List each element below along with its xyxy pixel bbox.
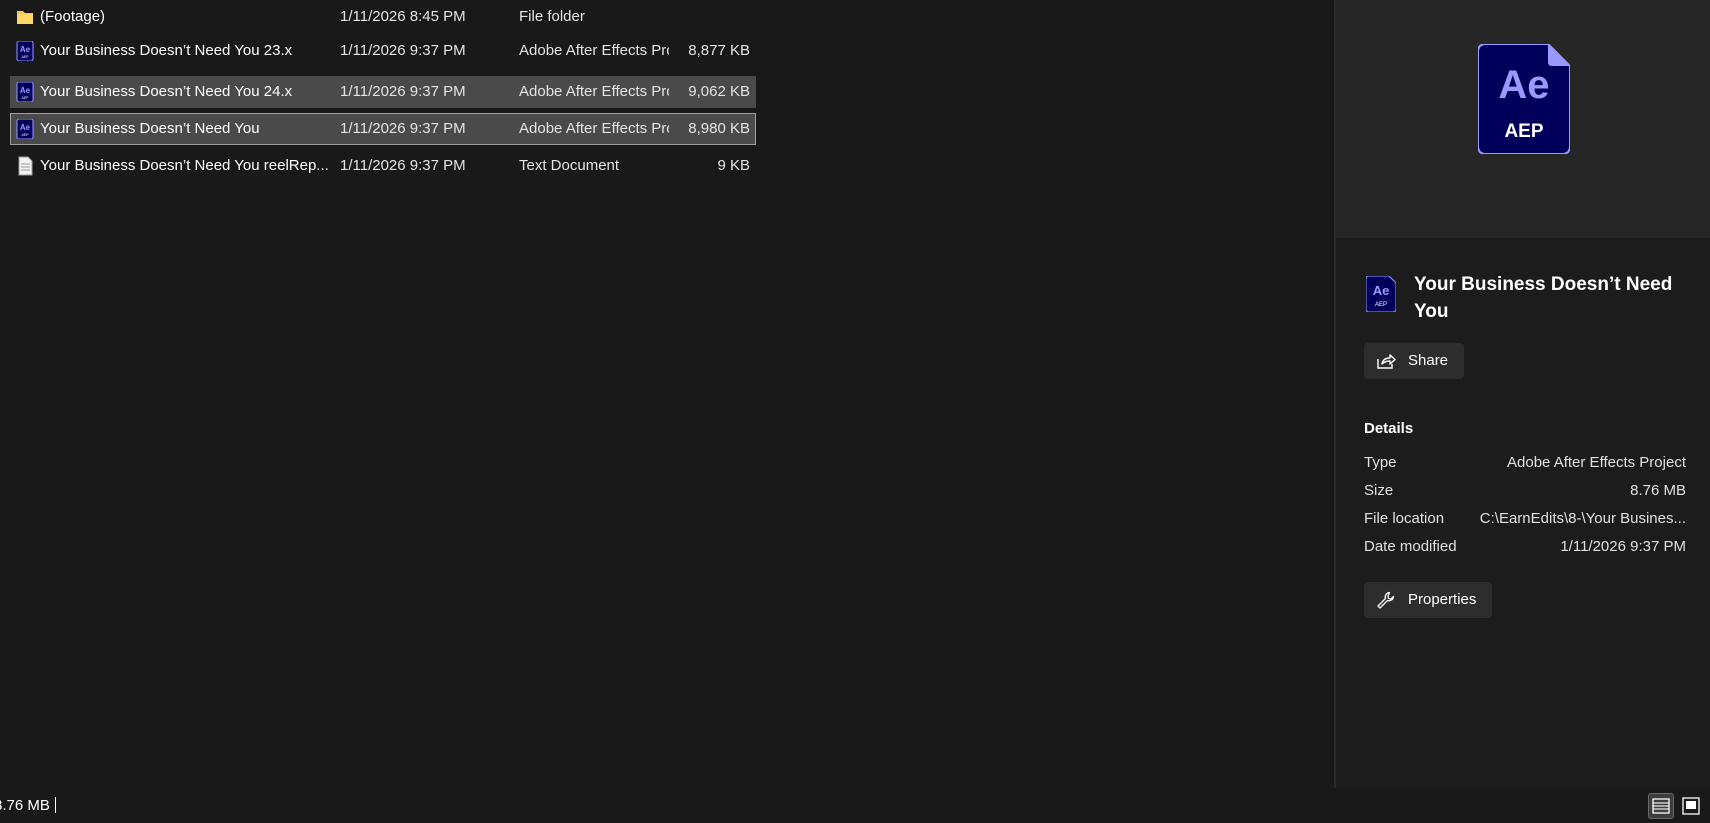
after-effects-project-thumbnail-icon: Ae AEP <box>1478 44 1570 154</box>
file-type: Text Document <box>519 157 620 174</box>
detail-value: Adobe After Effects Project <box>1507 454 1686 471</box>
properties-button[interactable]: Properties <box>1364 582 1492 618</box>
svg-text:Ae: Ae <box>20 45 31 54</box>
details-heading: Details <box>1364 420 1414 437</box>
preview-thumbnail-area: Ae AEP <box>1336 0 1710 238</box>
svg-text:Ae: Ae <box>1373 283 1390 298</box>
detail-label: Type <box>1364 454 1397 471</box>
file-date: 1/11/2026 9:37 PM <box>340 157 466 174</box>
svg-text:Ae: Ae <box>20 123 31 132</box>
file-size: 9,062 KB <box>688 83 750 100</box>
large-icons-view-icon <box>1682 797 1700 815</box>
file-name: Your Business Doesn’t Need You <box>40 120 260 137</box>
file-name: Your Business Doesn’t Need You 23.x <box>40 42 293 59</box>
detail-row-file-location: File location C:\EarnEdits\8-\Your Busin… <box>1364 510 1686 532</box>
details-view-icon <box>1652 798 1670 814</box>
file-name: Your Business Doesn’t Need You 24.x <box>40 83 293 100</box>
after-effects-icon: Ae AEP <box>1366 276 1396 312</box>
details-pane: Ae AEP Ae AEP Your Business Doesn’t Need… <box>1336 0 1710 788</box>
file-type: Adobe After Effects Project <box>519 42 669 59</box>
detail-row-size: Size 8.76 MB <box>1364 482 1686 504</box>
detail-label: Date modified <box>1364 538 1457 555</box>
detail-label: Size <box>1364 482 1394 499</box>
svg-text:AEP: AEP <box>1375 302 1387 308</box>
file-date: 1/11/2026 8:45 PM <box>340 8 466 25</box>
properties-label: Properties <box>1408 591 1477 608</box>
file-type: Adobe After Effects Project <box>519 120 669 137</box>
file-size: 8,980 KB <box>688 120 750 137</box>
svg-text:AEP: AEP <box>21 55 29 59</box>
file-row-ae-24[interactable]: Ae AEP Your Business Doesn’t Need You 24… <box>10 76 756 108</box>
file-list: (Footage) 1/11/2026 8:45 PM File folder … <box>0 0 1334 788</box>
detail-value[interactable]: C:\EarnEdits\8-\Your Busines... <box>1480 510 1686 527</box>
detail-value: 8.76 MB <box>1630 482 1686 499</box>
file-size: 8,877 KB <box>688 42 750 59</box>
details-view-button[interactable] <box>1648 793 1674 819</box>
file-type: Adobe After Effects Project <box>519 83 669 100</box>
after-effects-icon: Ae AEP <box>16 82 34 102</box>
share-button[interactable]: Share <box>1364 343 1464 379</box>
file-type: File folder <box>519 8 585 25</box>
file-row-footage-folder[interactable]: (Footage) 1/11/2026 8:45 PM File folder <box>10 1 756 33</box>
share-icon <box>1377 354 1396 369</box>
svg-text:Ae: Ae <box>1498 63 1549 107</box>
svg-text:Ae: Ae <box>20 86 31 95</box>
file-name: (Footage) <box>40 8 106 25</box>
share-label: Share <box>1408 352 1449 369</box>
large-icons-view-button[interactable] <box>1678 793 1704 819</box>
thumbnail-badge: AEP <box>1504 121 1543 142</box>
file-explorer-window: (Footage) 1/11/2026 8:45 PM File folder … <box>0 0 1710 823</box>
text-document-icon <box>18 156 33 176</box>
after-effects-icon: Ae AEP <box>16 119 34 139</box>
file-name: Your Business Doesn’t Need You reelRep..… <box>40 157 329 174</box>
file-size: 9 KB <box>717 157 750 174</box>
preview-file-title: Your Business Doesn’t Need You <box>1414 274 1673 322</box>
file-date: 1/11/2026 9:37 PM <box>340 42 466 59</box>
folder-icon <box>17 11 33 24</box>
after-effects-icon: Ae AEP <box>16 41 34 61</box>
svg-text:AEP: AEP <box>21 133 29 137</box>
file-date: 1/11/2026 9:37 PM <box>340 83 466 100</box>
detail-value: 1/11/2026 9:37 PM <box>1560 538 1686 555</box>
svg-text:AEP: AEP <box>21 96 29 100</box>
file-date: 1/11/2026 9:37 PM <box>340 120 466 137</box>
status-bar: 8.76 MB <box>0 788 1710 823</box>
file-row-text-document[interactable]: Your Business Doesn’t Need You reelRep..… <box>10 150 756 182</box>
file-row-ae-main[interactable]: Ae AEP Your Business Doesn’t Need You 1/… <box>10 113 756 145</box>
detail-row-date-modified: Date modified 1/11/2026 9:37 PM <box>1364 538 1686 560</box>
status-separator <box>55 797 56 813</box>
detail-label: File location <box>1364 510 1445 527</box>
wrench-icon <box>1377 591 1395 609</box>
status-selected-size: 8.76 MB <box>0 797 50 814</box>
file-row-ae-23[interactable]: Ae AEP Your Business Doesn’t Need You 23… <box>10 35 756 67</box>
detail-row-type: Type Adobe After Effects Project <box>1364 454 1686 476</box>
